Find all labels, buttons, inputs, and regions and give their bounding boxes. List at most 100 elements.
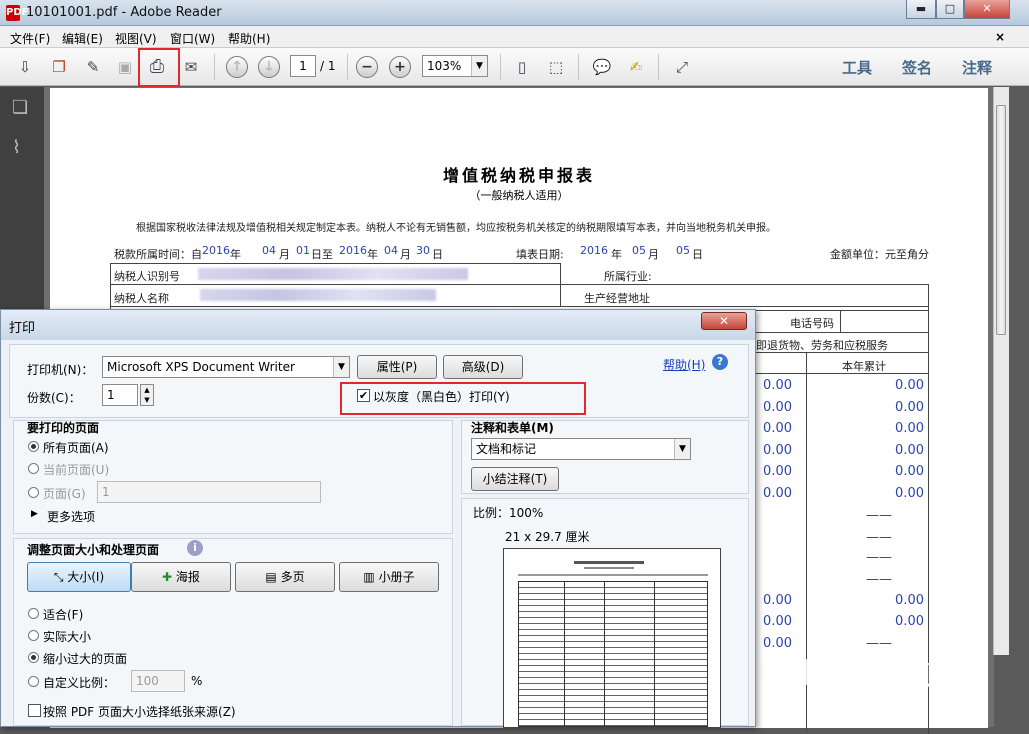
help-icon[interactable]: ? (712, 354, 728, 370)
custom-scale-input[interactable]: 100 (131, 670, 185, 692)
shrink-radio[interactable] (28, 652, 39, 663)
current-page-label: 当前页面(U) (43, 463, 110, 477)
value-cell-right: 0.00 (895, 614, 924, 629)
tab-comment[interactable]: 注释 (962, 57, 992, 78)
document-intro: 根据国家税收法律法规及增值税相关规定制定本表。纳税人不论有无销售额，均应按税务机… (136, 223, 776, 234)
comments-value: 文档和标记 (476, 442, 537, 456)
value-cell-right: 0.00 (895, 593, 924, 608)
toolbar: ⇩ ❐ ✎ ▣ ⎙ ✉ ↑ ↓ 1 / 1 − + 103% ▼ ▯ ⬚ 💬 ✍ … (0, 48, 1029, 87)
annual-label: 本年累计 (842, 360, 886, 373)
scrollbar-thumb[interactable] (996, 105, 1006, 335)
address-label: 生产经营地址 (584, 292, 650, 305)
menu-view[interactable]: 视图(V) (115, 30, 157, 47)
paper-source-checkbox[interactable] (28, 704, 41, 717)
document-title: 增值税纳税申报表 (442, 166, 595, 185)
menu-close-icon[interactable]: × (995, 30, 1005, 44)
info-icon[interactable]: i (187, 540, 203, 556)
window-title-bar: PDF 10101001.pdf - Adobe Reader ▬ □ ✕ (0, 0, 1029, 26)
properties-button[interactable]: 属性(P) (357, 355, 437, 379)
fit-radio[interactable] (28, 608, 39, 619)
dialog-close-icon[interactable]: ✕ (701, 312, 747, 330)
value-cell-right: 0.00 (895, 443, 924, 458)
dialog-title: 打印 (9, 321, 36, 336)
page-total: / 1 (320, 59, 336, 73)
menu-window[interactable]: 窗口(W) (170, 30, 215, 47)
all-pages-radio[interactable] (28, 441, 39, 452)
fit-page-icon[interactable]: ▯ (510, 56, 534, 78)
highlight-text-icon[interactable]: ✍ (624, 56, 648, 78)
current-page-radio[interactable] (28, 463, 39, 474)
help-link[interactable]: 帮助(H) (663, 356, 705, 373)
create-pdf-icon[interactable]: ⇩ (13, 56, 37, 78)
taxpayer-name-label: 纳税人名称 (114, 292, 169, 305)
dialog-title-bar: 打印 ✕ (1, 310, 755, 340)
printer-value: Microsoft XPS Document Writer (107, 360, 295, 374)
poster-button[interactable]: ✚ 海报 (131, 562, 231, 592)
wechat-icon (764, 654, 814, 690)
menu-help[interactable]: 帮助(H) (228, 30, 270, 47)
page-number-input[interactable]: 1 (290, 55, 316, 77)
page-thumbnails-icon[interactable]: ❏ (12, 97, 28, 118)
combine-files-icon[interactable]: ❐ (47, 56, 71, 78)
maximize-button[interactable]: □ (936, 0, 964, 19)
print-preview-thumbnail (503, 548, 721, 728)
printer-select[interactable]: Microsoft XPS Document Writer ▼ (102, 356, 350, 378)
vertical-scrollbar[interactable] (993, 87, 1009, 655)
copies-input[interactable]: 1 (102, 384, 138, 406)
menu-edit[interactable]: 编辑(E) (62, 30, 103, 47)
value-cell-right: —— (866, 530, 892, 545)
multiple-button[interactable]: ▤ 多页 (235, 562, 335, 592)
minimize-button[interactable]: ▬ (906, 0, 936, 19)
multiple-pages-icon: ▤ (265, 570, 281, 584)
pages-radio[interactable] (28, 487, 39, 498)
size-button-label: 大小(I) (67, 570, 105, 584)
previous-page-icon[interactable]: ↑ (226, 56, 248, 78)
actual-size-radio[interactable] (28, 630, 39, 641)
pages-group-title: 要打印的页面 (27, 421, 100, 435)
period-from-month: 04 (262, 244, 276, 257)
booklet-button[interactable]: ▥ 小册子 (339, 562, 439, 592)
size-button[interactable]: ⤡ 大小(I) (27, 562, 131, 592)
fill-date-year: 2016 (580, 244, 608, 257)
value-cell-right: —— (866, 550, 892, 565)
tab-sign[interactable]: 签名 (902, 57, 932, 78)
pages-label: 页面(G) (43, 487, 86, 501)
fit-width-icon[interactable]: ⬚ (544, 56, 568, 78)
expand-triangle-icon[interactable]: ▶ (31, 509, 38, 519)
advanced-button[interactable]: 高级(D) (443, 355, 523, 379)
paper-size-label: 21 x 29.7 厘米 (505, 530, 590, 544)
sticky-note-icon[interactable]: 💬 (590, 56, 614, 78)
summarize-comments-button[interactable]: 小结注释(T) (471, 467, 559, 491)
save-icon[interactable]: ▣ (113, 56, 137, 78)
blurred-taxpayer-id (198, 268, 468, 280)
value-cell-right: —— (866, 508, 892, 523)
scale-label: 比例：100% (473, 506, 544, 520)
close-window-button[interactable]: ✕ (964, 0, 1010, 19)
comments-group-title: 注释和表单(M) (471, 421, 554, 435)
all-pages-label: 所有页面(A) (43, 441, 109, 455)
shrink-label: 缩小过大的页面 (43, 652, 128, 666)
value-cell-right: —— (866, 636, 892, 651)
comments-select[interactable]: 文档和标记 ▼ (471, 438, 691, 460)
blurred-taxpayer-name (200, 289, 436, 301)
more-options-link[interactable]: 更多选项 (47, 508, 95, 525)
attachments-icon[interactable]: ⌇ (12, 137, 21, 158)
email-icon[interactable]: ✉ (179, 56, 203, 78)
actual-size-label: 实际大小 (43, 630, 92, 644)
zoom-out-icon[interactable]: − (356, 56, 378, 78)
fullscreen-icon[interactable]: ⤢ (670, 56, 694, 78)
period-from-day: 01 (296, 244, 310, 257)
adobe-pdf-icon: PDF (6, 5, 28, 21)
zoom-select[interactable]: 103% ▼ (422, 55, 488, 77)
zoom-value: 103% (427, 59, 462, 73)
copies-stepper[interactable]: ▲ ▼ (140, 384, 154, 406)
poster-button-label: 海报 (175, 570, 200, 584)
tab-tools[interactable]: 工具 (842, 57, 872, 78)
zoom-in-icon[interactable]: + (389, 56, 411, 78)
next-page-icon[interactable]: ↓ (258, 56, 280, 78)
pages-range-input[interactable]: 1 (97, 481, 321, 503)
edit-document-icon[interactable]: ✎ (81, 56, 105, 78)
custom-scale-radio[interactable] (28, 676, 39, 687)
unit-year: 年 (230, 248, 241, 261)
menu-file[interactable]: 文件(F) (10, 30, 50, 47)
